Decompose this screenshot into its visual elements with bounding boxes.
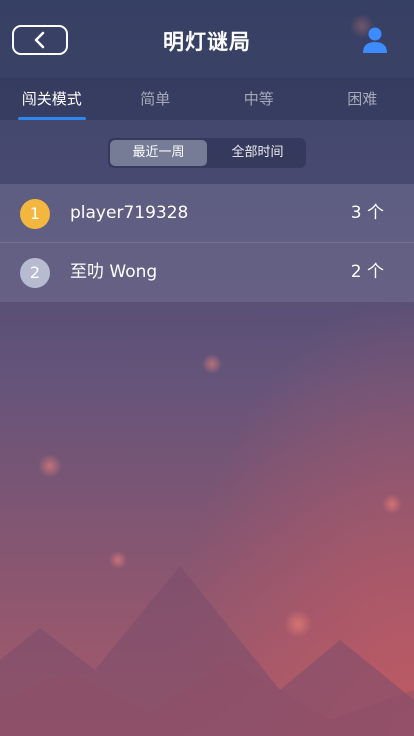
player-name: 至叻 Wong — [70, 262, 158, 282]
rank-badge: 2 — [20, 258, 50, 288]
tab-label: 简单 — [140, 90, 171, 108]
tab-hard[interactable]: 困难 — [311, 78, 414, 120]
filter-last-week-button[interactable]: 最近一周 — [110, 140, 207, 166]
leaderboard-row[interactable]: 2 至叻 Wong 2 个 — [0, 243, 414, 302]
tab-challenge-mode[interactable]: 闯关模式 — [0, 78, 104, 120]
tab-label: 中等 — [243, 90, 274, 108]
tab-label: 困难 — [347, 90, 378, 108]
solved-count: 3 个 — [350, 203, 384, 223]
leaderboard-row[interactable]: 1 player719328 3 个 — [0, 184, 414, 243]
tab-medium[interactable]: 中等 — [207, 78, 311, 120]
filter-all-time-button[interactable]: 全部时间 — [209, 138, 306, 168]
leaderboard-list: 1 player719328 3 个 2 至叻 Wong 2 个 — [0, 184, 414, 302]
time-filter-toggle: 最近一周 全部时间 — [108, 138, 306, 168]
tab-label: 闯关模式 — [21, 90, 82, 108]
page-title: 明灯谜局 — [163, 30, 251, 54]
solved-count: 2 个 — [350, 262, 384, 282]
tab-easy[interactable]: 简单 — [104, 78, 208, 120]
player-name: player719328 — [70, 203, 189, 223]
user-icon — [363, 27, 387, 53]
rank-badge: 1 — [20, 199, 50, 229]
active-tab-indicator — [18, 117, 86, 120]
user-button[interactable] — [362, 26, 388, 54]
mode-tabs: 闯关模式 简单 中等 困难 — [0, 78, 414, 120]
top-bar: 明灯谜局 — [0, 0, 414, 78]
